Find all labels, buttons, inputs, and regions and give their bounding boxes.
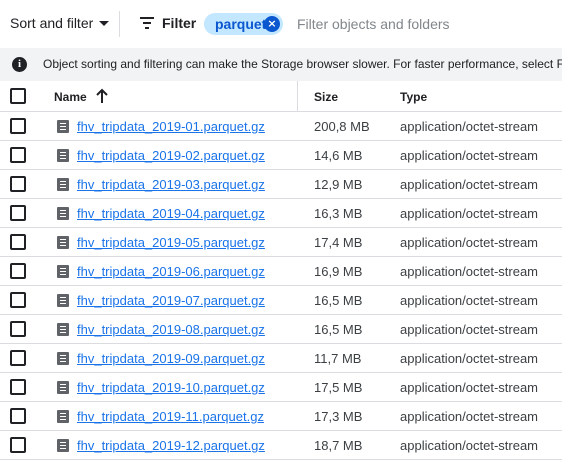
file-name-link[interactable]: fhv_tripdata_2019-09.parquet.gz <box>77 351 265 366</box>
table-row: fhv_tripdata_2019-10.parquet.gz 17,5 MB ap… <box>0 373 562 402</box>
row-checkbox[interactable] <box>10 379 26 395</box>
file-type: application/octet-stream <box>400 235 539 250</box>
row-checkbox[interactable] <box>10 234 26 250</box>
table-row: fhv_tripdata_2019-07.parquet.gz 16,5 MB ap… <box>0 286 562 315</box>
file-size: 12,9 MB <box>314 177 363 192</box>
table-row: fhv_tripdata_2019-12.parquet.gz 18,7 MB ap… <box>0 431 562 460</box>
file-type: application/octet-stream <box>400 177 539 192</box>
file-size: 17,5 MB <box>314 380 363 395</box>
file-type: application/octet-stream <box>400 206 539 221</box>
table-row: fhv_tripdata_2019-03.parquet.gz 12,9 MB ap… <box>0 170 562 199</box>
file-icon <box>57 207 69 220</box>
file-name-link[interactable]: fhv_tripdata_2019-06.parquet.gz <box>77 264 265 279</box>
file-name-link[interactable]: fhv_tripdata_2019-05.parquet.gz <box>77 235 265 250</box>
file-icon <box>57 120 69 133</box>
filter-objects-input[interactable] <box>297 13 559 35</box>
file-size: 17,4 MB <box>314 235 363 250</box>
row-checkbox[interactable] <box>10 118 26 134</box>
toolbar: Sort and filter Filter parquet × <box>0 0 562 48</box>
row-checkbox[interactable] <box>10 408 26 424</box>
filter-chip-label: parquet <box>215 16 267 32</box>
sort-and-filter-dropdown[interactable]: Sort and filter <box>10 15 110 31</box>
row-checkbox[interactable] <box>10 263 26 279</box>
select-all-checkbox[interactable] <box>10 88 26 104</box>
file-name-link[interactable]: fhv_tripdata_2019-11.parquet.gz <box>77 409 264 424</box>
file-name-link[interactable]: fhv_tripdata_2019-12.parquet.gz <box>77 438 265 453</box>
file-icon <box>57 439 69 452</box>
info-banner: i Object sorting and filtering can make … <box>0 48 562 81</box>
table-row: fhv_tripdata_2019-08.parquet.gz 16,5 MB ap… <box>0 315 562 344</box>
table-row: fhv_tripdata_2019-02.parquet.gz 14,6 MB ap… <box>0 141 562 170</box>
file-name-link[interactable]: fhv_tripdata_2019-10.parquet.gz <box>77 380 265 395</box>
table-row: fhv_tripdata_2019-01.parquet.gz 200,8 MB a… <box>0 112 562 141</box>
file-type: application/octet-stream <box>400 264 539 279</box>
sort-and-filter-label: Sort and filter <box>10 15 94 31</box>
file-icon <box>57 352 69 365</box>
filter-button[interactable]: Filter <box>140 15 196 31</box>
file-name-link[interactable]: fhv_tripdata_2019-07.parquet.gz <box>77 293 265 308</box>
file-name-link[interactable]: fhv_tripdata_2019-08.parquet.gz <box>77 322 265 337</box>
file-icon <box>57 381 69 394</box>
filter-chip-parquet[interactable]: parquet × <box>204 13 283 35</box>
file-icon <box>57 236 69 249</box>
remove-chip-icon[interactable]: × <box>264 16 280 32</box>
table-header: Name Size Type <box>0 81 562 112</box>
filter-label: Filter <box>162 15 197 31</box>
file-icon <box>57 323 69 336</box>
table-row: fhv_tripdata_2019-06.parquet.gz 16,9 MB ap… <box>0 257 562 286</box>
file-type: application/octet-stream <box>400 380 539 395</box>
file-type: application/octet-stream <box>400 438 539 453</box>
file-size: 200,8 MB <box>314 119 370 134</box>
file-size: 18,7 MB <box>314 438 363 453</box>
caret-down-icon <box>99 20 110 26</box>
file-name-link[interactable]: fhv_tripdata_2019-03.parquet.gz <box>77 177 265 192</box>
row-checkbox[interactable] <box>10 350 26 366</box>
column-separator <box>297 81 298 112</box>
sort-ascending-icon[interactable] <box>95 88 109 104</box>
row-checkbox[interactable] <box>10 176 26 192</box>
file-size: 16,5 MB <box>314 322 363 337</box>
file-type: application/octet-stream <box>400 322 539 337</box>
file-name-link[interactable]: fhv_tripdata_2019-04.parquet.gz <box>77 206 265 221</box>
row-checkbox[interactable] <box>10 321 26 337</box>
file-name-link[interactable]: fhv_tripdata_2019-01.parquet.gz <box>77 119 265 134</box>
filter-icon <box>140 17 154 29</box>
table-row: fhv_tripdata_2019-11.parquet.gz 17,3 MB ap… <box>0 402 562 431</box>
row-checkbox[interactable] <box>10 147 26 163</box>
row-checkbox[interactable] <box>10 292 26 308</box>
row-checkbox[interactable] <box>10 437 26 453</box>
file-type: application/octet-stream <box>400 119 539 134</box>
file-size: 16,9 MB <box>314 264 363 279</box>
row-checkbox[interactable] <box>10 205 26 221</box>
file-name-link[interactable]: fhv_tripdata_2019-02.parquet.gz <box>77 148 265 163</box>
toolbar-divider <box>119 11 120 37</box>
column-header-name[interactable]: Name <box>54 90 87 104</box>
file-type: application/octet-stream <box>400 409 539 424</box>
file-size: 16,3 MB <box>314 206 363 221</box>
file-type: application/octet-stream <box>400 293 539 308</box>
file-type: application/octet-stream <box>400 148 539 163</box>
file-size: 16,5 MB <box>314 293 363 308</box>
info-icon: i <box>12 57 27 72</box>
file-icon <box>57 178 69 191</box>
file-icon <box>57 294 69 307</box>
file-icon <box>57 410 69 423</box>
column-header-type[interactable]: Type <box>400 90 427 104</box>
file-icon <box>57 149 69 162</box>
table-row: fhv_tripdata_2019-09.parquet.gz 11,7 MB ap… <box>0 344 562 373</box>
table-row: fhv_tripdata_2019-05.parquet.gz 17,4 MB ap… <box>0 228 562 257</box>
column-header-size[interactable]: Size <box>314 90 338 104</box>
file-size: 17,3 MB <box>314 409 363 424</box>
file-icon <box>57 265 69 278</box>
info-banner-text: Object sorting and filtering can make th… <box>43 57 562 71</box>
file-size: 11,7 MB <box>314 351 362 366</box>
file-type: application/octet-stream <box>400 351 539 366</box>
table-row: fhv_tripdata_2019-04.parquet.gz 16,3 MB ap… <box>0 199 562 228</box>
file-size: 14,6 MB <box>314 148 363 163</box>
